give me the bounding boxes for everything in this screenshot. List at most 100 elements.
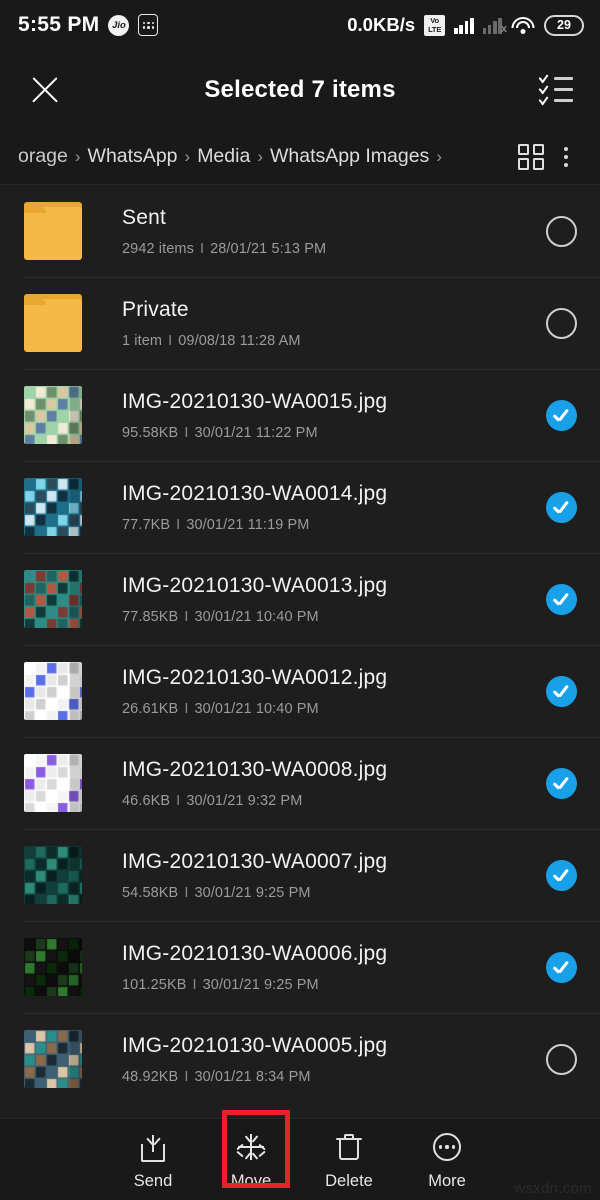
status-bar-right: 0.0KB/s Vo LTE x 29 (347, 14, 584, 36)
row-meta: IMG-20210130-WA0006.jpg 101.25KB I 30/01/21… (82, 942, 522, 993)
status-time: 5:55 PM (18, 13, 100, 36)
row-meta: Sent 2942 items I 28/01/21 5:13 PM (82, 206, 522, 257)
file-row[interactable]: IMG-20210130-WA0006.jpg 101.25KB I 30/01/21… (0, 921, 600, 1013)
file-date: 30/01/21 11:22 PM (194, 424, 318, 441)
breadcrumb-item-whatsapp[interactable]: WhatsApp (88, 145, 178, 168)
checkbox-checked-icon[interactable] (545, 859, 577, 891)
grid-view-icon[interactable] (518, 143, 544, 170)
selection-checkbox-wrap[interactable] (522, 767, 600, 799)
checkbox-unchecked-icon[interactable] (545, 307, 577, 339)
detail-separator: I (184, 1068, 189, 1085)
folder-row[interactable]: Private 1 item I 09/08/18 11:28 AM (0, 277, 600, 369)
file-row[interactable]: IMG-20210130-WA0008.jpg 46.6KB I 30/01/21 9… (0, 737, 600, 829)
file-date: 30/01/21 10:40 PM (194, 700, 319, 717)
file-row[interactable]: IMG-20210130-WA0015.jpg 95.58KB I 30/01/21 … (0, 369, 600, 461)
close-icon[interactable] (28, 73, 62, 107)
move-button[interactable]: Move (202, 1128, 300, 1191)
trash-icon (334, 1132, 364, 1162)
folder-icon (24, 294, 82, 352)
file-name: IMG-20210130-WA0006.jpg (122, 941, 388, 965)
file-row[interactable]: IMG-20210130-WA0013.jpg 77.85KB I 30/01/21 … (0, 553, 600, 645)
selection-checkbox-wrap[interactable] (522, 307, 600, 339)
detail-separator: I (184, 884, 189, 901)
selection-checkbox-wrap[interactable] (522, 951, 600, 983)
selection-checkbox-wrap[interactable] (522, 491, 600, 523)
breadcrumb-item-whatsapp-images[interactable]: WhatsApp Images (270, 145, 429, 168)
send-label: Send (133, 1172, 173, 1190)
send-button[interactable]: Send (104, 1128, 202, 1191)
folder-row[interactable]: Sent 2942 items I 28/01/21 5:13 PM (0, 185, 600, 277)
file-thumbnail (24, 386, 82, 444)
checkbox-checked-icon[interactable] (545, 951, 577, 983)
detail-separator: I (184, 424, 189, 441)
checkbox-checked-icon[interactable] (545, 675, 577, 707)
file-name: IMG-20210130-WA0015.jpg (122, 389, 388, 413)
file-date: 30/01/21 8:34 PM (194, 1068, 311, 1085)
network-speed-text: 0.0KB/s (347, 14, 416, 35)
file-date: 30/01/21 9:32 PM (186, 792, 303, 809)
file-thumbnail (24, 662, 82, 720)
selection-checkbox-wrap[interactable] (522, 399, 600, 431)
file-name: IMG-20210130-WA0013.jpg (122, 573, 388, 597)
chevron-right-icon: › (184, 146, 191, 166)
file-details: 2942 items I 28/01/21 5:13 PM (122, 241, 522, 257)
file-row[interactable]: IMG-20210130-WA0007.jpg 54.58KB I 30/01/21 … (0, 829, 600, 921)
file-name: IMG-20210130-WA0008.jpg (122, 757, 388, 781)
checkbox-checked-icon[interactable] (545, 583, 577, 615)
bottom-toolbar: Send Move Delete More (0, 1118, 600, 1200)
selection-checkbox-wrap[interactable] (522, 675, 600, 707)
file-date: 30/01/21 9:25 PM (202, 976, 319, 993)
row-meta: IMG-20210130-WA0007.jpg 54.58KB I 30/01/21 … (82, 850, 522, 901)
file-size: 46.6KB (122, 792, 171, 809)
more-label: More (428, 1172, 466, 1190)
breadcrumb-item-storage[interactable]: orage (18, 145, 68, 168)
file-size: 1 item (122, 332, 163, 349)
file-row[interactable]: IMG-20210130-WA0005.jpg 48.92KB I 30/01/21 … (0, 1013, 600, 1105)
detail-separator: I (199, 240, 205, 257)
file-row[interactable]: IMG-20210130-WA0012.jpg 26.61KB I 30/01/21 … (0, 645, 600, 737)
file-date: 30/01/21 9:25 PM (194, 884, 311, 901)
file-details: 46.6KB I 30/01/21 9:32 PM (122, 793, 522, 809)
checkbox-checked-icon[interactable] (545, 399, 577, 431)
checkbox-unchecked-icon[interactable] (545, 1043, 577, 1075)
file-size: 48.92KB (122, 1068, 179, 1085)
wifi-icon (511, 16, 535, 34)
row-meta: Private 1 item I 09/08/18 11:28 AM (82, 298, 522, 349)
delete-button[interactable]: Delete (300, 1128, 398, 1191)
file-details: 95.58KB I 30/01/21 11:22 PM (122, 425, 522, 441)
file-list[interactable]: Sent 2942 items I 28/01/21 5:13 PM Private 1 … (0, 185, 600, 1118)
breadcrumb-item-media[interactable]: Media (197, 145, 250, 168)
selection-checkbox-wrap[interactable] (522, 583, 600, 615)
row-meta: IMG-20210130-WA0015.jpg 95.58KB I 30/01/21 … (82, 390, 522, 441)
selection-checkbox-wrap[interactable] (522, 215, 600, 247)
file-thumbnail (24, 754, 82, 812)
file-row[interactable]: IMG-20210130-WA0014.jpg 77.7KB I 30/01/21 1… (0, 461, 600, 553)
checkbox-checked-icon[interactable] (545, 491, 577, 523)
checkbox-unchecked-icon[interactable] (545, 215, 577, 247)
select-all-icon[interactable] (538, 75, 574, 105)
move-label: Move (230, 1172, 272, 1190)
folder-icon (24, 202, 82, 260)
more-button[interactable]: More (398, 1128, 496, 1191)
file-size: 101.25KB (122, 976, 187, 993)
file-name: IMG-20210130-WA0005.jpg (122, 1033, 388, 1057)
selection-checkbox-wrap[interactable] (522, 1043, 600, 1075)
file-name: Private (122, 297, 189, 321)
file-name: IMG-20210130-WA0012.jpg (122, 665, 388, 689)
chevron-right-icon: › (74, 146, 81, 166)
file-date: 09/08/18 11:28 AM (178, 332, 301, 349)
status-bar-left: 5:55 PM Jio (18, 13, 159, 37)
file-thumbnail (24, 846, 82, 904)
selection-checkbox-wrap[interactable] (522, 859, 600, 891)
chevron-right-icon: › (257, 146, 263, 166)
row-meta: IMG-20210130-WA0008.jpg 46.6KB I 30/01/21 9… (82, 758, 522, 809)
detail-separator: I (184, 608, 189, 625)
file-thumbnail (24, 570, 82, 628)
chevron-right-icon: › (436, 146, 442, 166)
detail-separator: I (176, 792, 181, 809)
overflow-menu-icon[interactable] (554, 144, 578, 170)
status-bar: 5:55 PM Jio 0.0KB/s Vo LTE x 29 (0, 0, 600, 50)
file-thumbnail (24, 938, 82, 996)
checkbox-checked-icon[interactable] (545, 767, 577, 799)
file-date: 30/01/21 10:40 PM (194, 608, 319, 625)
